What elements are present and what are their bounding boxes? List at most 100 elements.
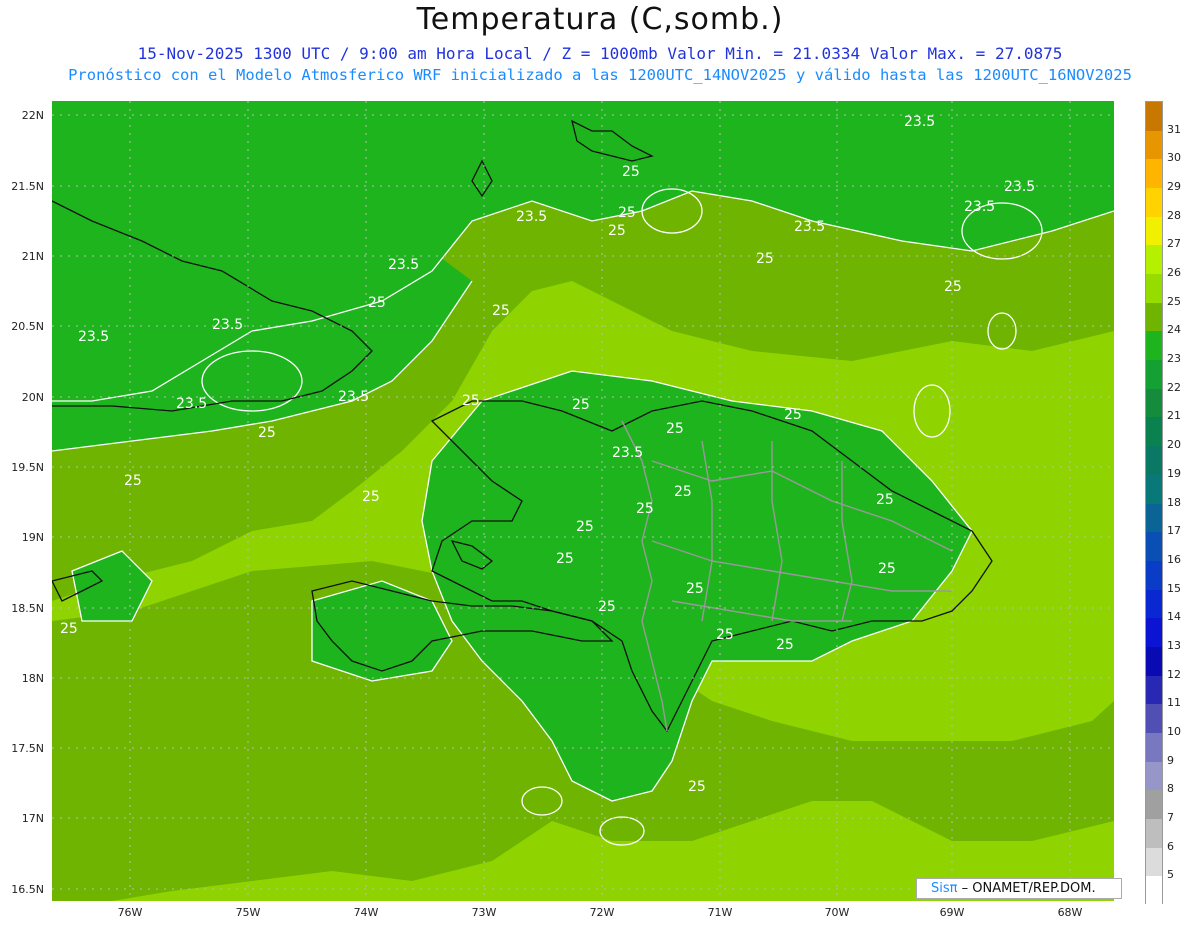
color-scale-label: 18 <box>1167 495 1181 509</box>
lat-label: 21N <box>21 250 44 263</box>
temperature-map: 23.5 23.5 23.5 23.5 23.5 23.5 23.5 23.5 … <box>52 101 1114 901</box>
color-scale-swatch <box>1146 360 1162 390</box>
contour-label: 23.5 <box>78 329 109 345</box>
color-scale-label: 6 <box>1167 839 1174 853</box>
color-scale-swatch <box>1146 532 1162 562</box>
color-scale-label: 21 <box>1167 409 1181 423</box>
lon-label: 72W <box>589 906 615 919</box>
contour-label: 25 <box>776 637 794 653</box>
contour-label: 23.5 <box>516 209 547 225</box>
lat-label: 17N <box>21 812 44 825</box>
contour-label: 23.5 <box>612 445 643 461</box>
contour-label: 25 <box>368 295 386 311</box>
brand-logo-text: Sisπ <box>931 881 958 896</box>
color-scale-label: 11 <box>1167 696 1181 710</box>
lat-label: 18.5N <box>11 602 44 615</box>
color-scale-swatch <box>1146 675 1162 705</box>
color-scale-swatch <box>1146 130 1162 160</box>
contour-label: 25 <box>556 551 574 567</box>
color-scale-bar <box>1145 101 1163 906</box>
lat-label: 19N <box>21 531 44 544</box>
color-scale-label: 9 <box>1167 753 1174 767</box>
contour-label: 25 <box>608 223 626 239</box>
contour-label: 23.5 <box>1004 179 1035 195</box>
lat-label: 16.5N <box>11 883 44 896</box>
lon-label: 75W <box>235 906 261 919</box>
organization-text: – ONAMET/REP.DOM. <box>957 881 1096 896</box>
contour-label: 25 <box>462 393 480 409</box>
color-scale-swatch <box>1146 618 1162 648</box>
contour-label: 25 <box>878 561 896 577</box>
contour-label: 25 <box>784 407 802 423</box>
color-scale-swatch <box>1146 646 1162 677</box>
lat-label: 19.5N <box>11 461 44 474</box>
color-scale-swatch <box>1146 847 1162 877</box>
lon-label: 74W <box>353 906 379 919</box>
contour-label: 25 <box>598 599 616 615</box>
color-scale-swatch <box>1146 188 1162 218</box>
color-scale-label: 28 <box>1167 208 1181 222</box>
color-scale-label: 17 <box>1167 524 1181 538</box>
lat-label: 20N <box>21 391 44 404</box>
contour-label: 25 <box>622 164 640 180</box>
color-scale-label: 8 <box>1167 782 1174 796</box>
contour-label: 25 <box>362 489 380 505</box>
contour-label: 25 <box>636 501 654 517</box>
contour-label: 25 <box>572 397 590 413</box>
contour-label: 25 <box>576 519 594 535</box>
color-scale-label: 13 <box>1167 638 1181 652</box>
color-scale-swatch <box>1146 216 1162 246</box>
color-scale-label: 29 <box>1167 180 1181 194</box>
lat-label: 20.5N <box>11 320 44 333</box>
contour-label: 25 <box>258 425 276 441</box>
color-scale-swatch <box>1146 388 1162 418</box>
contour-label: 23.5 <box>904 114 935 130</box>
lon-label: 70W <box>824 906 850 919</box>
lon-label: 73W <box>471 906 497 919</box>
contour-label: 25 <box>618 205 636 221</box>
color-scale-label: 12 <box>1167 667 1181 681</box>
color-scale-label: 20 <box>1167 438 1181 452</box>
lon-label: 76W <box>117 906 143 919</box>
color-scale-label: 23 <box>1167 352 1181 366</box>
color-scale-label: 22 <box>1167 380 1181 394</box>
map-subtitle-validity: 15-Nov-2025 1300 UTC / 9:00 am Hora Loca… <box>137 44 1063 63</box>
contour-label: 25 <box>944 279 962 295</box>
color-scale-label: 7 <box>1167 810 1174 824</box>
lat-label: 17.5N <box>11 742 44 755</box>
contour-label: 23.5 <box>964 199 995 215</box>
contour-label: 23.5 <box>388 257 419 273</box>
contour-label: 23.5 <box>176 396 207 412</box>
contour-label: 25 <box>686 581 704 597</box>
contour-label: 25 <box>674 484 692 500</box>
color-scale-swatch <box>1146 245 1162 275</box>
color-scale-label: 14 <box>1167 610 1181 624</box>
contour-label: 25 <box>124 473 142 489</box>
color-scale-label: 19 <box>1167 466 1181 480</box>
lon-label: 69W <box>939 906 965 919</box>
contour-label: 25 <box>756 251 774 267</box>
lat-label: 22N <box>21 109 44 122</box>
color-scale-swatch <box>1146 790 1162 820</box>
color-scale-swatch <box>1146 474 1162 504</box>
color-scale-swatch <box>1146 761 1162 791</box>
color-scale-swatch <box>1146 503 1162 533</box>
color-scale-swatch <box>1146 302 1162 332</box>
contour-label: 23.5 <box>794 219 825 235</box>
lon-label: 71W <box>707 906 733 919</box>
contour-label: 25 <box>716 627 734 643</box>
color-scale-label: 25 <box>1167 294 1181 308</box>
color-scale-swatch <box>1146 560 1162 591</box>
color-scale-label: 5 <box>1167 868 1174 882</box>
contour-label: 25 <box>876 492 894 508</box>
color-scale-swatch <box>1146 818 1162 849</box>
color-scale-swatch <box>1146 417 1162 447</box>
color-scale-swatch <box>1146 446 1162 476</box>
color-scale-swatch <box>1146 876 1162 906</box>
credit-box: Sisπ – ONAMET/REP.DOM. <box>916 878 1122 899</box>
color-scale-swatch <box>1146 704 1162 734</box>
color-scale-label: 30 <box>1167 151 1181 165</box>
contour-label: 23.5 <box>338 389 369 405</box>
lon-label: 68W <box>1057 906 1083 919</box>
color-scale-label: 24 <box>1167 323 1181 337</box>
